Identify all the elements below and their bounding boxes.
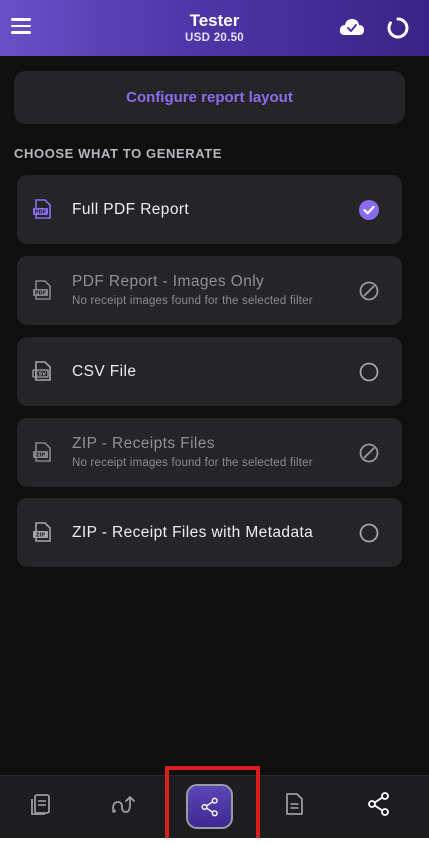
zip-file-icon: ZIP — [33, 442, 51, 462]
sync-status-icon[interactable] — [386, 16, 410, 40]
option-text: ZIP - Receipts Files No receipt images f… — [72, 435, 342, 469]
checkmark-selected-icon — [359, 200, 379, 220]
top-app-bar: Tester USD 20.50 — [0, 0, 429, 56]
option-label: ZIP - Receipt Files with Metadata — [72, 524, 314, 541]
svg-text:PDF: PDF — [35, 291, 46, 297]
bottom-safe-area — [0, 838, 429, 845]
option-zip-receipts[interactable]: ZIP ZIP - Receipts Files No receipt imag… — [17, 418, 402, 487]
section-title: CHOOSE WHAT TO GENERATE — [14, 146, 223, 161]
option-zip-with-metadata[interactable]: ZIP ZIP - Receipt Files with Metadata — [17, 498, 402, 567]
svg-text:PDF: PDF — [35, 210, 46, 216]
csv-file-icon: CSV — [32, 361, 51, 381]
configure-report-layout-button[interactable]: Configure report layout — [14, 71, 405, 124]
option-pdf-images-only[interactable]: PDF PDF Report - Images Only No receipt … — [17, 256, 402, 325]
pdf-file-icon: PDF — [33, 280, 51, 300]
radio-unselected-icon — [359, 523, 379, 543]
svg-text:ZIP: ZIP — [36, 453, 45, 459]
option-csv-file[interactable]: CSV CSV File — [17, 337, 402, 406]
option-text: PDF Report - Images Only No receipt imag… — [72, 273, 342, 307]
pdf-file-icon: PDF — [33, 199, 51, 219]
disabled-icon — [359, 443, 379, 463]
share-tab-active-button[interactable] — [186, 784, 233, 829]
zip-file-icon: ZIP — [33, 522, 51, 542]
option-sublabel: No receipt images found for the selected… — [72, 457, 313, 469]
share-icon[interactable] — [365, 790, 393, 818]
option-sublabel: No receipt images found for the selected… — [72, 295, 313, 307]
document-icon[interactable] — [280, 790, 308, 818]
option-label: CSV File — [72, 363, 137, 380]
cloud-check-icon[interactable] — [339, 17, 365, 37]
option-label: PDF Report - Images Only — [72, 273, 265, 290]
workflow-icon[interactable] — [110, 790, 138, 818]
svg-text:CSV: CSV — [35, 372, 46, 378]
option-label: ZIP - Receipts Files — [72, 435, 215, 452]
receipts-icon[interactable] — [27, 790, 55, 818]
radio-unselected-icon — [359, 362, 379, 382]
option-text: ZIP - Receipt Files with Metadata — [72, 524, 342, 542]
share-icon — [200, 797, 218, 816]
option-text: Full PDF Report — [72, 201, 342, 219]
option-text: CSV File — [72, 363, 342, 381]
disabled-icon — [359, 281, 379, 301]
option-label: Full PDF Report — [72, 201, 190, 218]
svg-text:ZIP: ZIP — [36, 533, 45, 539]
option-full-pdf-report[interactable]: PDF Full PDF Report — [17, 175, 402, 244]
